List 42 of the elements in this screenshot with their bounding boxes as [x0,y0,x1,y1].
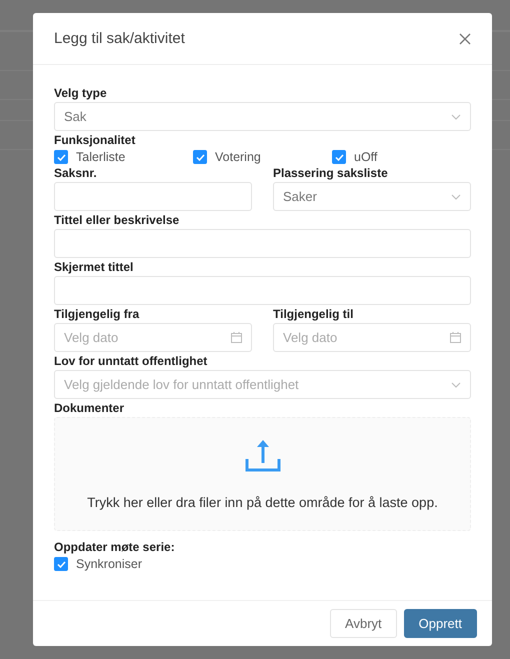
cancel-button[interactable]: Avbryt [330,609,397,638]
calendar-icon [450,332,461,343]
chevron-down-icon [451,382,461,388]
field-label: Plassering saksliste [273,165,389,182]
create-button[interactable]: Opprett [404,609,477,638]
date-field[interactable]: Velg dato [273,323,471,352]
select-field[interactable]: Sak [54,102,471,131]
checkbox-label: Talerliste [76,150,126,164]
checkbox-label: Votering [215,150,261,164]
check-icon [56,560,66,568]
checkbox[interactable] [54,150,68,164]
field-label: Velg type [54,85,108,102]
field-label: Saksnr. [54,165,98,182]
check-icon [56,154,66,160]
field-label: Dokumenter [54,400,126,417]
select-field[interactable]: Saker [273,182,471,211]
check-icon [334,154,344,160]
chevron-down-icon [451,114,461,120]
checkbox[interactable] [193,150,207,164]
field-label: Oppdater møte serie: [54,539,176,556]
field-label: Skjermet tittel [54,259,134,276]
checkbox-label: Synkroniser [76,557,142,571]
check-icon [196,154,204,160]
field-label: Funksjonalitet [54,132,136,149]
checkbox-label: uOff [354,150,378,164]
date-field[interactable]: Velg dato [54,323,252,352]
field-label: Lov for unntatt offentlighet [54,353,208,370]
upload-dropzone[interactable]: Trykk her eller dra filer inn på dette område for å laste opp. [54,417,471,531]
field-label: Tittel eller beskrivelse [54,212,180,229]
text-field[interactable] [54,182,252,211]
text-field[interactable] [54,229,471,258]
field-label: Tilgjengelig fra [54,306,140,323]
text-field[interactable] [54,276,471,305]
field-label: Tilgjengelig til [273,306,354,323]
close-icon[interactable] [459,32,471,44]
dialog-title: Legg til sak/aktivitet [54,30,185,47]
select-field[interactable]: Velg gjeldende lov for unntatt offentlighet [54,370,471,399]
checkbox[interactable] [332,150,346,164]
calendar-icon [231,332,242,343]
checkbox[interactable] [54,557,68,571]
chevron-down-icon [451,194,461,200]
upload-icon [244,438,280,472]
